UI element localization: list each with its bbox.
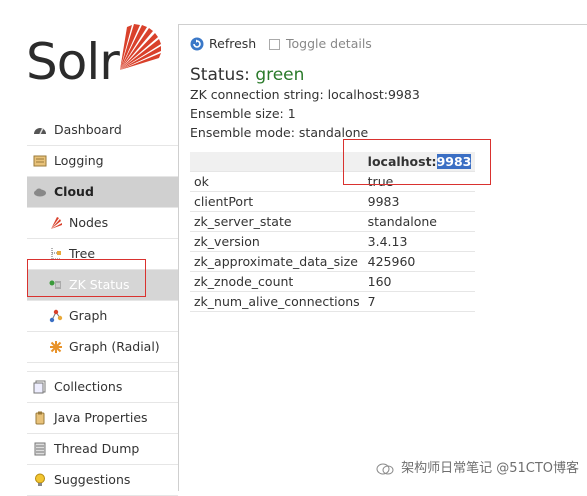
table-header-row: localhost:9983 xyxy=(190,152,476,172)
sidebar-item-label: Cloud xyxy=(54,184,94,199)
table-row: zk_approximate_data_size 425960 xyxy=(190,251,476,272)
sidebar-item-zk-status[interactable]: ZK Status xyxy=(27,270,178,301)
refresh-button[interactable]: Refresh xyxy=(190,36,256,52)
ensemble-size: Ensemble size: 1 xyxy=(190,106,296,121)
sidebar-item-java-properties[interactable]: Java Properties xyxy=(27,403,178,434)
solr-logo[interactable]: Solr xyxy=(26,22,166,94)
status-heading: Status: green xyxy=(190,65,304,85)
graph-icon xyxy=(49,309,63,323)
sidebar-item-label: Nodes xyxy=(69,215,109,230)
table-row: clientPort 9983 xyxy=(190,191,476,212)
watermark: 架构师日常笔记 @51CTO博客 xyxy=(376,457,579,476)
collections-icon xyxy=(33,380,46,394)
sidebar-nav: Dashboard Logging Cloud Nodes Tree ZK St… xyxy=(27,115,178,496)
status-prefix: Status: xyxy=(190,65,250,85)
toggle-details-label: Toggle details xyxy=(286,36,372,51)
row-key: zk_znode_count xyxy=(190,271,364,292)
sunburst-logo-icon xyxy=(120,24,161,70)
row-key: ok xyxy=(190,171,364,192)
row-value: standalone xyxy=(363,211,476,232)
row-value: 160 xyxy=(363,271,476,292)
main-panel: Refresh Toggle details Status: green ZK … xyxy=(178,24,587,491)
dashboard-icon xyxy=(34,127,46,135)
table-row: zk_num_alive_connections 7 xyxy=(190,291,476,312)
sidebar-item-label: ZK Status xyxy=(69,277,130,292)
sidebar-item-logging[interactable]: Logging xyxy=(27,146,178,177)
table-row: zk_server_state standalone xyxy=(190,211,476,232)
sidebar-item-label: Suggestions xyxy=(54,472,131,487)
row-key: zk_num_alive_connections xyxy=(190,291,364,312)
nodes-icon xyxy=(51,217,62,229)
nav-divider xyxy=(27,363,178,372)
sidebar-item-tree[interactable]: Tree xyxy=(27,239,178,270)
zk-connection-string: ZK connection string: localhost:9983 xyxy=(190,87,420,102)
suggestions-icon xyxy=(35,473,45,486)
host-column-header: localhost:9983 xyxy=(363,152,476,172)
graph-radial-icon xyxy=(50,341,62,353)
refresh-icon xyxy=(190,37,204,51)
row-key: clientPort xyxy=(190,191,364,212)
cloud-icon xyxy=(34,188,46,197)
sidebar-item-dashboard[interactable]: Dashboard xyxy=(27,115,178,146)
row-key: zk_approximate_data_size xyxy=(190,251,364,272)
table-row: ok true xyxy=(190,171,476,192)
sidebar-item-label: Tree xyxy=(69,246,96,261)
sidebar-item-label: Graph xyxy=(69,308,108,323)
zk-status-icon xyxy=(49,280,61,289)
table-row: zk_znode_count 160 xyxy=(190,271,476,292)
checkbox-box[interactable] xyxy=(269,39,280,50)
sidebar-item-thread-dump[interactable]: Thread Dump xyxy=(27,434,178,465)
watermark-text: 架构师日常笔记 @51CTO博客 xyxy=(401,461,579,476)
sidebar-item-graph[interactable]: Graph xyxy=(27,301,178,332)
row-key: zk_server_state xyxy=(190,211,364,232)
sidebar-item-label: Java Properties xyxy=(54,410,148,425)
wechat-icon xyxy=(376,463,394,474)
row-value: 425960 xyxy=(363,251,476,272)
sidebar-item-label: Collections xyxy=(54,379,123,394)
logo-text: Solr xyxy=(26,33,120,91)
sidebar: Solr Dashboard Logging Cloud Nodes Tree … xyxy=(0,0,178,496)
table-row: zk_version 3.4.13 xyxy=(190,231,476,252)
row-value: 9983 xyxy=(363,191,476,212)
sidebar-item-label: Thread Dump xyxy=(54,441,140,456)
sidebar-item-cloud[interactable]: Cloud xyxy=(27,177,178,208)
java-properties-icon xyxy=(35,411,45,425)
sidebar-item-label: Graph (Radial) xyxy=(69,339,160,354)
row-value: 7 xyxy=(363,291,476,312)
tree-icon xyxy=(51,248,61,260)
sidebar-item-nodes[interactable]: Nodes xyxy=(27,208,178,239)
refresh-label: Refresh xyxy=(209,36,257,51)
host-name: localhost: xyxy=(367,154,437,169)
zk-status-table: localhost:9983 ok true clientPort 9983 zk_… xyxy=(190,152,476,312)
host-port-selected: 9983 xyxy=(436,154,472,169)
sidebar-item-label: Logging xyxy=(54,153,104,168)
sidebar-item-graph-radial[interactable]: Graph (Radial) xyxy=(27,332,178,363)
sidebar-item-suggestions[interactable]: Suggestions xyxy=(27,465,178,496)
row-value: true xyxy=(363,171,476,192)
row-key: zk_version xyxy=(190,231,364,252)
sidebar-item-collections[interactable]: Collections xyxy=(27,372,178,403)
ensemble-mode: Ensemble mode: standalone xyxy=(190,125,369,140)
logging-icon xyxy=(33,155,47,167)
status-value: green xyxy=(255,65,305,85)
row-value: 3.4.13 xyxy=(363,231,476,252)
thread-dump-icon xyxy=(34,442,46,456)
sidebar-item-label: Dashboard xyxy=(54,122,122,137)
key-column-header xyxy=(190,152,364,172)
toggle-details-checkbox[interactable]: Toggle details xyxy=(269,36,372,52)
